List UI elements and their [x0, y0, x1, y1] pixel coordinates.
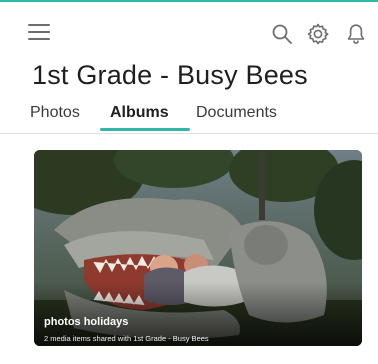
top-accent-line	[0, 0, 378, 2]
settings-button[interactable]	[306, 22, 330, 46]
menu-icon-line	[28, 24, 50, 26]
tab-documents[interactable]: Documents	[196, 104, 277, 122]
album-subtitle: 2 media items shared with 1st Grade - Bu…	[44, 334, 209, 343]
divider	[0, 133, 378, 134]
album-card[interactable]: photos holidays 2 media items shared wit…	[34, 150, 362, 346]
page-title: 1st Grade - Busy Bees	[32, 60, 308, 90]
search-button[interactable]	[270, 22, 294, 46]
active-tab-indicator	[100, 128, 190, 131]
notifications-button[interactable]	[344, 22, 368, 46]
menu-icon-line	[28, 31, 50, 33]
menu-icon-line	[28, 38, 50, 40]
search-icon	[272, 24, 292, 44]
bell-icon	[347, 24, 365, 44]
settings-icon	[307, 23, 329, 45]
top-bar	[0, 10, 378, 50]
menu-button[interactable]	[28, 24, 50, 42]
album-name: photos holidays	[44, 316, 129, 328]
tab-albums[interactable]: Albums	[110, 104, 169, 122]
tab-photos[interactable]: Photos	[30, 104, 80, 122]
